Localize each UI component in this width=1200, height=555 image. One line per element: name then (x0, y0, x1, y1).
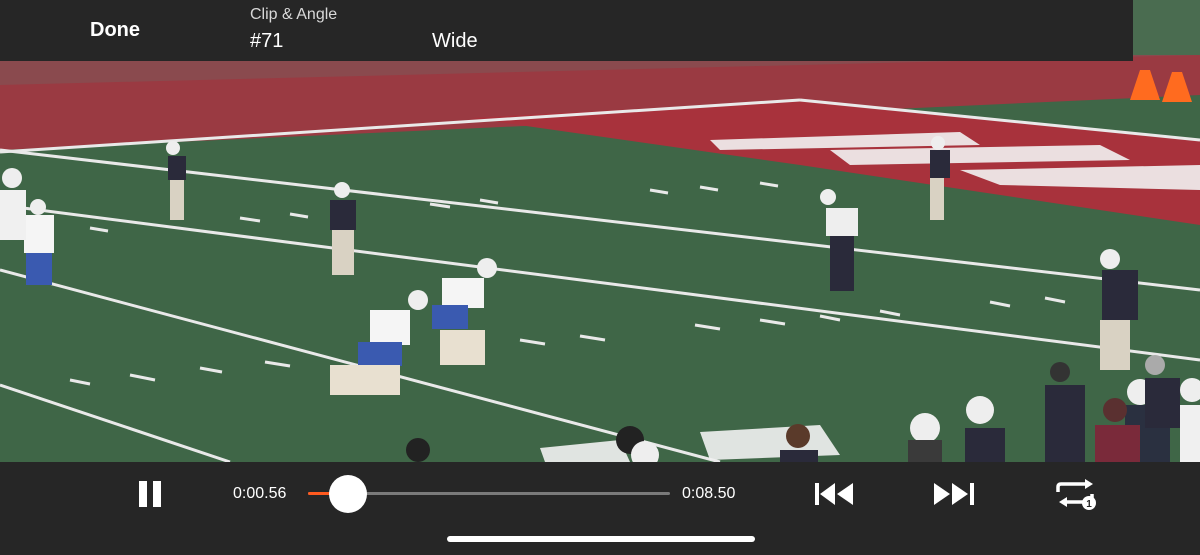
angle-selector[interactable]: Wide (432, 30, 478, 53)
clip-selector[interactable]: #71 (250, 30, 283, 53)
skip-back-button[interactable] (813, 481, 857, 512)
current-time: 0:00.56 (233, 485, 287, 502)
skip-forward-button[interactable] (932, 481, 976, 512)
skip-back-icon (815, 483, 853, 505)
svg-text:1: 1 (1086, 499, 1092, 510)
done-button[interactable]: Done (90, 19, 140, 42)
skip-forward-icon (934, 483, 974, 505)
home-indicator (447, 536, 755, 542)
pause-button[interactable] (137, 479, 163, 514)
duration: 0:08.50 (682, 485, 736, 502)
loop-once-icon: 1 (1056, 479, 1096, 510)
playback-controls: 0:00.56 0:08.50 1 (0, 462, 1200, 555)
video-frame[interactable] (0, 0, 1200, 462)
pause-icon (139, 481, 161, 507)
scrubber-thumb[interactable] (329, 475, 367, 513)
loop-button[interactable]: 1 (1052, 478, 1100, 515)
top-bar: Done Clip & Angle #71 Wide (0, 0, 1133, 61)
clip-angle-label: Clip & Angle (250, 6, 338, 23)
